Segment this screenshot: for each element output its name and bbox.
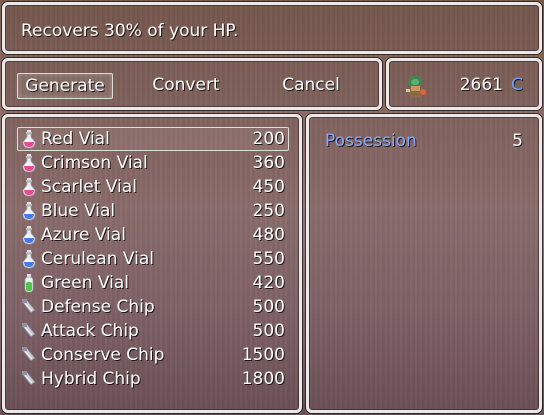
item-price: 420 [252, 273, 285, 293]
item-row[interactable]: Attack Chip 500 [17, 319, 289, 343]
convert-button[interactable]: Convert [141, 73, 231, 97]
item-price: 450 [252, 177, 285, 197]
alchemist-icon [406, 76, 426, 97]
item-price: 500 [252, 321, 285, 341]
item-row[interactable]: Cerulean Vial 550 [17, 247, 289, 271]
generate-button[interactable]: Generate [17, 73, 113, 99]
item-row[interactable]: Scarlet Vial 450 [17, 175, 289, 199]
item-row[interactable]: Blue Vial 250 [17, 199, 289, 223]
crimson-potion-icon [21, 153, 37, 173]
item-price: 550 [252, 249, 285, 269]
blue-potion-icon [21, 201, 37, 221]
item-row[interactable]: Crimson Vial 360 [17, 151, 289, 175]
item-name: Green Vial [41, 273, 130, 293]
item-row[interactable]: Red Vial 200 [17, 127, 289, 151]
possession-value: 5 [512, 131, 523, 151]
item-name: Crimson Vial [41, 153, 148, 173]
item-price: 200 [252, 129, 285, 149]
green-potion-icon [21, 273, 37, 293]
item-name: Cerulean Vial [41, 249, 154, 269]
item-row[interactable]: Defense Chip 500 [17, 295, 289, 319]
chip-icon [21, 321, 37, 341]
item-row[interactable]: Green Vial 420 [17, 271, 289, 295]
item-price: 1500 [241, 345, 285, 365]
red-potion-icon [21, 129, 37, 149]
item-row[interactable]: Azure Vial 480 [17, 223, 289, 247]
item-price: 1800 [241, 369, 285, 389]
item-price: 250 [252, 201, 285, 221]
chip-icon [21, 297, 37, 317]
cancel-button[interactable]: Cancel [267, 73, 355, 97]
currency-amount: 2661 [459, 75, 503, 95]
help-window: Recovers 30% of your HP. [2, 2, 542, 54]
azure-potion-icon [21, 225, 37, 245]
chip-icon [21, 369, 37, 389]
detail-window: Possession 5 [306, 114, 542, 413]
item-name: Red Vial [41, 129, 110, 149]
item-price: 360 [252, 153, 285, 173]
cerulean-potion-icon [21, 249, 37, 269]
possession-label: Possession [325, 131, 417, 151]
item-price: 500 [252, 297, 285, 317]
item-name: Hybrid Chip [41, 369, 141, 389]
item-name: Attack Chip [41, 321, 139, 341]
item-name: Conserve Chip [41, 345, 165, 365]
item-name: Defense Chip [41, 297, 155, 317]
item-row[interactable]: Conserve Chip 1500 [17, 343, 289, 367]
item-row[interactable]: Hybrid Chip 1800 [17, 367, 289, 391]
item-name: Blue Vial [41, 201, 116, 221]
item-price: 480 [252, 225, 285, 245]
command-window: Generate Convert Cancel [2, 58, 382, 110]
help-text: Recovers 30% of your HP. [21, 21, 239, 41]
scarlet-potion-icon [21, 177, 37, 197]
currency-window: 2661 C [386, 58, 542, 110]
currency-unit: C [511, 75, 523, 95]
item-list-window: Red Vial 200 Crimson Vial 360 Scarlet Vial 45… [2, 114, 302, 413]
item-name: Scarlet Vial [41, 177, 137, 197]
item-name: Azure Vial [41, 225, 126, 245]
chip-icon [21, 345, 37, 365]
